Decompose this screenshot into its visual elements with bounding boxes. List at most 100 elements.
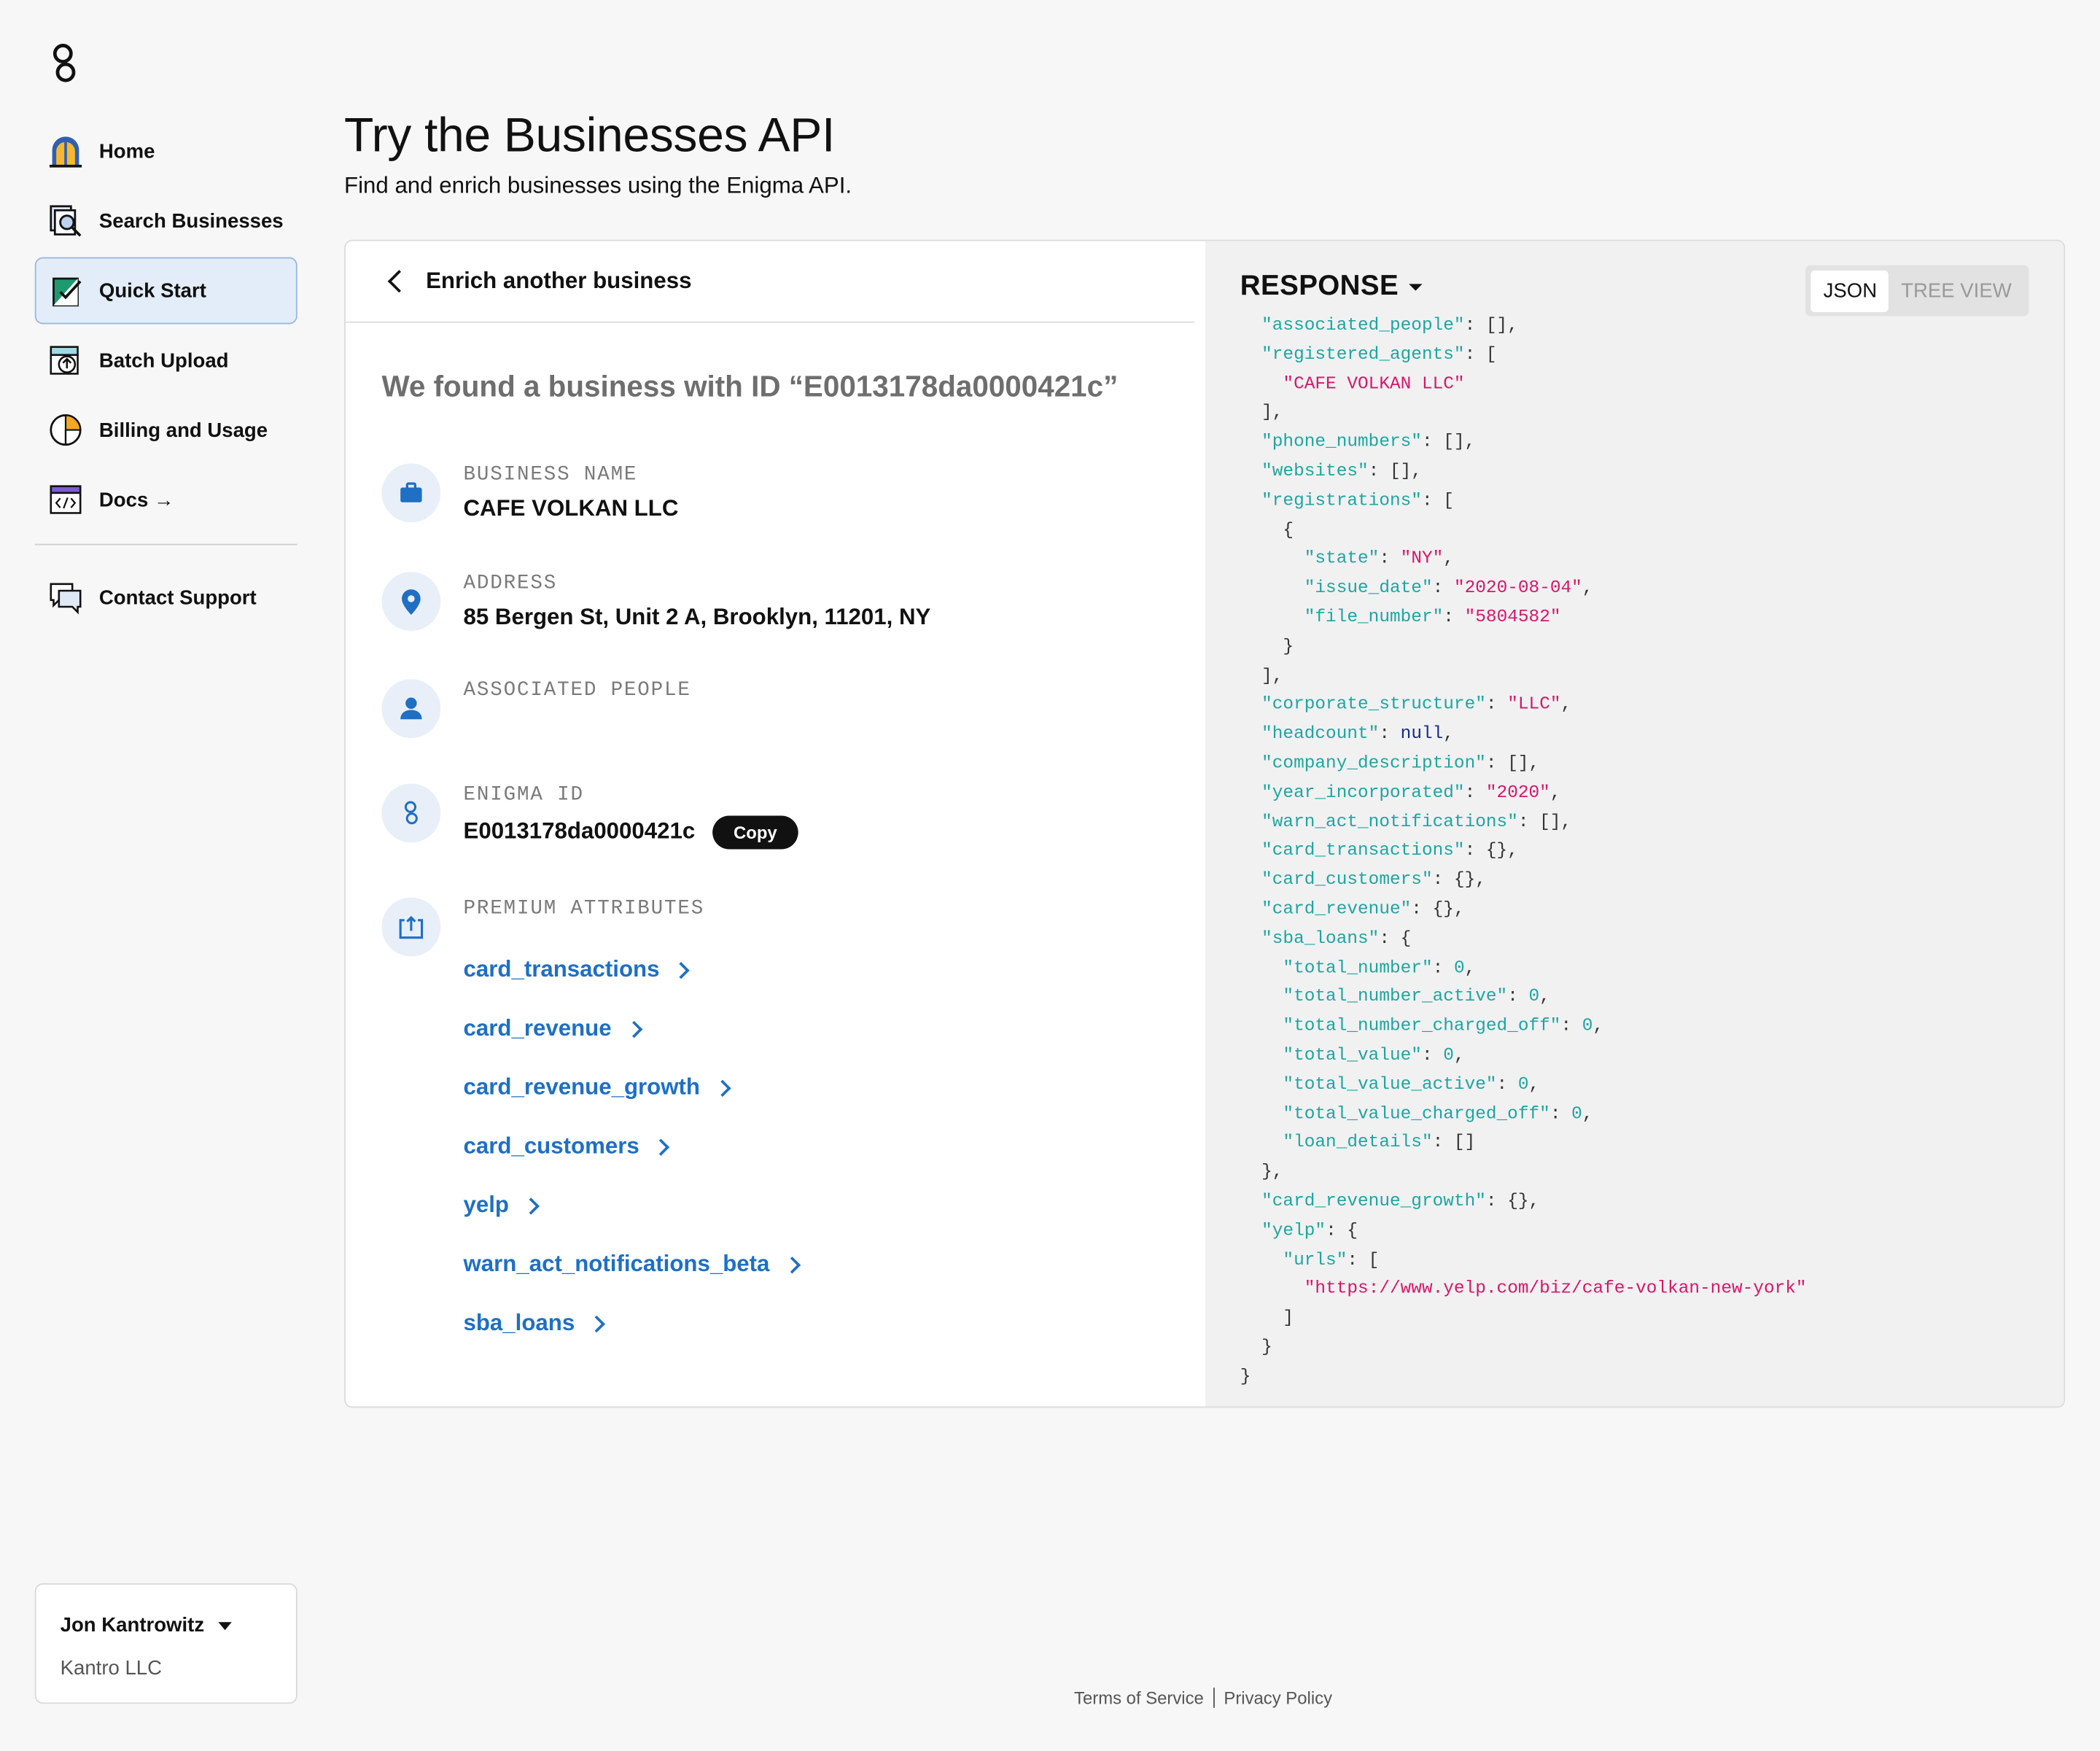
sidebar-item-label: Docs → <box>98 488 174 511</box>
premium-link-card-revenue-growth[interactable]: card_revenue_growth <box>463 1058 797 1117</box>
copy-button[interactable]: Copy <box>712 815 799 850</box>
response-title: RESPONSE <box>1240 271 1399 302</box>
field-label: ASSOCIATED PEOPLE <box>463 679 691 702</box>
json-line: } <box>1240 1365 1251 1386</box>
sidebar-item-home[interactable]: Home <box>35 118 298 185</box>
contact-support-icon <box>50 583 82 615</box>
json-line: "associated_people": [], <box>1261 314 1518 335</box>
json-line: "sba_loans": { <box>1261 928 1412 948</box>
sidebar-item-quick-start[interactable]: Quick Start <box>34 257 298 325</box>
json-line: "file_number": "5804582" <box>1304 606 1561 627</box>
json-line: "issue_date": "2020-08-04", <box>1304 577 1593 598</box>
json-line: "card_transactions": {}, <box>1261 840 1518 861</box>
terms-link[interactable]: Terms of Service <box>1074 1688 1204 1708</box>
json-line: "card_customers": {}, <box>1261 869 1486 890</box>
link-label: card_revenue <box>463 1015 612 1041</box>
premium-link-yelp[interactable]: yelp <box>463 1176 797 1235</box>
docs-icon <box>50 485 82 514</box>
json-line: ], <box>1240 402 1283 423</box>
caret-down-icon <box>1409 283 1423 290</box>
enrich-another-label: Enrich another business <box>426 268 692 294</box>
sidebar-item-label: Batch Upload <box>98 349 229 372</box>
link-label: card_transactions <box>463 956 660 982</box>
map-pin-icon <box>381 572 441 632</box>
user-menu[interactable]: Jon Kantrowitz <box>61 1614 231 1637</box>
chevron-right-icon <box>588 1314 606 1332</box>
search-businesses-icon <box>50 205 82 237</box>
json-line: ] <box>1240 1307 1294 1328</box>
premium-link-sba-loans[interactable]: sba_loans <box>463 1294 797 1353</box>
json-line: "card_revenue": {}, <box>1261 898 1465 919</box>
field-value-row: E0013178da0000421c Copy <box>463 815 799 850</box>
enrich-another-button[interactable]: Enrich another business <box>386 268 691 295</box>
json-line: "card_revenue_growth": {}, <box>1261 1190 1540 1211</box>
field-label: PREMIUM ATTRIBUTES <box>463 897 705 920</box>
json-line: "total_number_charged_off": 0, <box>1283 1015 1604 1036</box>
result-panel: Enrich another business We found a busin… <box>344 239 2066 1408</box>
json-line: "total_value_charged_off": 0, <box>1283 1103 1593 1124</box>
json-line: "phone_numbers": [], <box>1261 431 1476 452</box>
chevron-right-icon <box>653 1138 670 1155</box>
found-heading: We found a business with ID “E0013178da0… <box>381 369 1119 403</box>
sidebar-item-billing[interactable]: Billing and Usage <box>35 397 298 464</box>
json-view-button[interactable]: JSON <box>1811 270 1889 312</box>
link-label: card_customers <box>463 1133 639 1159</box>
sidebar-item-search-businesses[interactable]: Search Businesses <box>35 187 298 255</box>
enigma-id-value: E0013178da0000421c <box>463 818 696 845</box>
premium-link-card-transactions[interactable]: card_transactions <box>463 940 797 999</box>
briefcase-icon <box>381 463 441 523</box>
json-line: "headcount": null, <box>1261 723 1454 744</box>
json-line: "year_incorporated": "2020", <box>1261 782 1561 802</box>
field-value: 85 Bergen St, Unit 2 A, Brooklyn, 11201,… <box>463 604 931 630</box>
json-line: "total_number": 0, <box>1283 957 1476 977</box>
business-details-pane: Enrich another business We found a busin… <box>345 241 1205 1407</box>
chevron-right-icon <box>522 1197 540 1214</box>
field-value: CAFE VOLKAN LLC <box>463 495 679 521</box>
json-line: "yelp": { <box>1261 1219 1358 1241</box>
sidebar-item-label: Home <box>98 139 155 163</box>
json-line: "total_number_active": 0, <box>1283 986 1550 1006</box>
json-response-code: "associated_people": [], "registered_age… <box>1240 311 1807 1391</box>
sidebar-item-label: Contact Support <box>98 586 257 609</box>
enigma-logo-icon[interactable] <box>48 40 80 85</box>
chevron-right-icon <box>713 1079 731 1097</box>
field-label: ADDRESS <box>463 572 558 595</box>
response-dropdown[interactable]: RESPONSE <box>1240 271 1423 303</box>
sidebar-divider <box>34 543 298 546</box>
link-label: yelp <box>463 1192 510 1218</box>
view-toggle: JSON TREE VIEW <box>1805 265 2029 317</box>
premium-link-warn-act[interactable]: warn_act_notifications_beta <box>463 1235 801 1294</box>
sidebar-item-batch-upload[interactable]: Batch Upload <box>35 327 298 394</box>
tree-view-button[interactable]: TREE VIEW <box>1889 270 2024 311</box>
response-pane: RESPONSE JSON TREE VIEW "associated_peop… <box>1205 241 2064 1407</box>
json-line: "total_value_active": 0, <box>1283 1073 1540 1095</box>
json-line: } <box>1240 1336 1272 1357</box>
json-line: "https://www.yelp.com/biz/cafe-volkan-ne… <box>1304 1278 1807 1299</box>
json-line: "company_description": [], <box>1261 753 1540 773</box>
json-line: ], <box>1240 665 1283 686</box>
premium-link-card-customers[interactable]: card_customers <box>463 1117 797 1176</box>
json-line: } <box>1240 636 1294 656</box>
sidebar-item-label: Billing and Usage <box>98 418 268 442</box>
sidebar-item-label: Search Businesses <box>98 209 284 233</box>
chevron-right-icon <box>673 961 691 979</box>
billing-icon <box>50 414 82 446</box>
json-line: }, <box>1240 1161 1283 1182</box>
field-label: BUSINESS NAME <box>463 463 638 486</box>
premium-link-card-revenue[interactable]: card_revenue <box>463 999 797 1058</box>
link-label: sba_loans <box>463 1310 575 1336</box>
premium-attributes-icon <box>381 897 441 957</box>
user-org: Kantro LLC <box>60 1656 163 1680</box>
privacy-link[interactable]: Privacy Policy <box>1224 1688 1332 1708</box>
link-label: card_revenue_growth <box>463 1074 701 1100</box>
home-icon <box>49 136 82 168</box>
divider <box>345 321 1195 323</box>
caret-down-icon <box>217 1621 231 1630</box>
page-title: Try the Businesses API <box>344 106 836 163</box>
json-line: "CAFE VOLKAN LLC" <box>1283 373 1465 394</box>
page-subtitle: Find and enrich businesses using the Eni… <box>344 172 852 198</box>
sidebar-item-docs[interactable]: Docs → <box>35 466 298 533</box>
sidebar-item-contact-support[interactable]: Contact Support <box>35 564 298 631</box>
json-line: "warn_act_notifications": [], <box>1261 811 1572 831</box>
sidebar-item-label: Quick Start <box>98 279 206 303</box>
